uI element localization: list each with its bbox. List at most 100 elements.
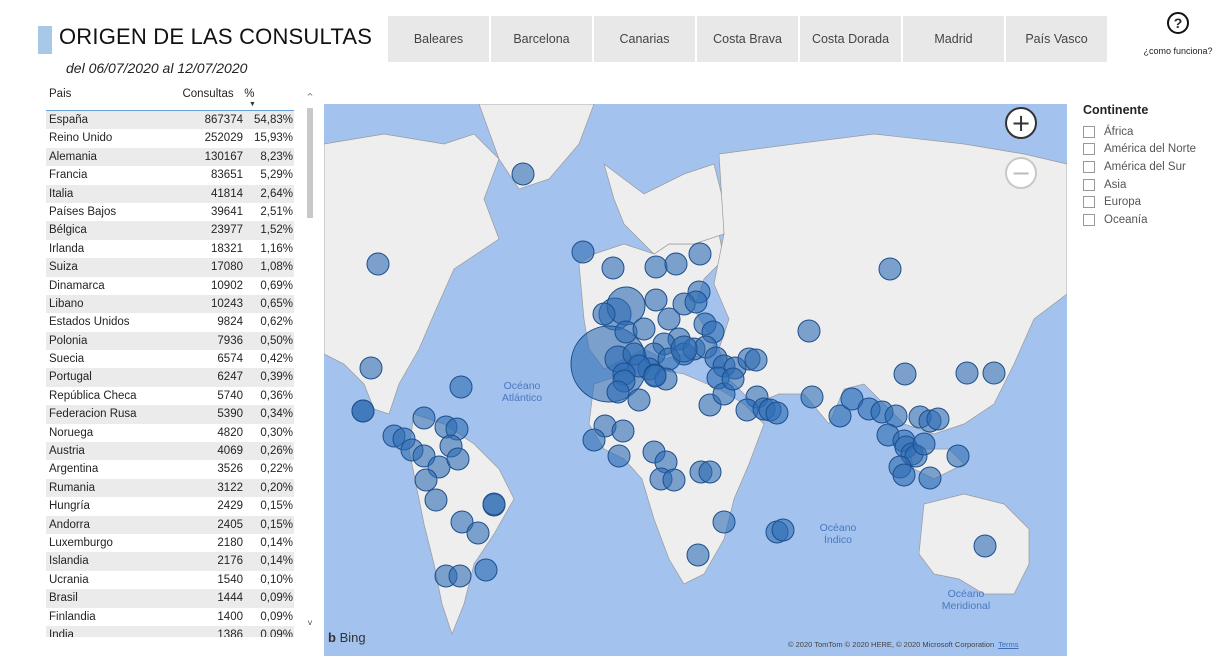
country-bubble[interactable] xyxy=(912,432,936,456)
help-label[interactable]: ¿como funciona? xyxy=(1130,46,1226,56)
country-bubble[interactable] xyxy=(744,348,768,372)
tab-6[interactable]: País Vasco xyxy=(1006,16,1107,62)
table-row[interactable]: India 1386 0,09% xyxy=(46,625,294,637)
zoom-out-button[interactable]: − xyxy=(1005,157,1037,189)
checkbox-icon[interactable] xyxy=(1083,160,1095,173)
country-bubble[interactable] xyxy=(662,468,686,492)
checkbox-icon[interactable] xyxy=(1083,125,1095,138)
world-bubble-map[interactable]: + − Océano Atlántico Océano Índico Océan… xyxy=(324,104,1067,656)
country-bubble[interactable] xyxy=(474,558,498,582)
table-row[interactable]: Federacion Rusa 5390 0,34% xyxy=(46,405,294,424)
bing-logo[interactable]: b Bing xyxy=(328,630,366,645)
table-row[interactable]: Hungría 2429 0,15% xyxy=(46,497,294,515)
country-bubble[interactable] xyxy=(946,444,970,468)
header-percent[interactable]: % xyxy=(244,88,294,100)
header-pais[interactable]: Pais xyxy=(46,88,182,100)
country-bubble[interactable] xyxy=(721,367,745,391)
table-row[interactable]: Noruega 4820 0,30% xyxy=(46,424,294,442)
tab-0[interactable]: Baleares xyxy=(388,16,489,62)
scroll-thumb[interactable] xyxy=(307,108,313,218)
question-circle-icon[interactable]: ? xyxy=(1167,12,1189,34)
country-bubble[interactable] xyxy=(686,543,710,567)
country-bubble[interactable] xyxy=(670,335,698,363)
table-row[interactable]: Portugal 6247 0,39% xyxy=(46,368,294,387)
table-row[interactable]: Islandia 2176 0,14% xyxy=(46,552,294,571)
country-bubble[interactable] xyxy=(643,364,667,388)
country-bubble[interactable] xyxy=(482,492,506,516)
checkbox-icon[interactable] xyxy=(1083,213,1095,226)
country-bubble[interactable] xyxy=(918,466,942,490)
country-bubble[interactable] xyxy=(893,362,917,386)
table-row[interactable]: España 867374 54,83% xyxy=(46,111,294,130)
country-bubble[interactable] xyxy=(892,463,916,487)
tab-1[interactable]: Barcelona xyxy=(491,16,592,62)
terms-link[interactable]: Terms xyxy=(998,640,1018,649)
scroll-up-icon[interactable]: ^ xyxy=(305,92,315,104)
country-bubble[interactable] xyxy=(424,488,448,512)
table-row[interactable]: Suecia 6574 0,42% xyxy=(46,350,294,368)
continent-option[interactable]: Asia xyxy=(1083,176,1196,194)
continent-option[interactable]: África xyxy=(1083,123,1196,141)
country-bubble[interactable] xyxy=(351,399,375,423)
country-bubble[interactable] xyxy=(446,447,470,471)
tab-3[interactable]: Costa Brava xyxy=(697,16,798,62)
table-row[interactable]: Estados Unidos 9824 0,62% xyxy=(46,313,294,331)
table-row[interactable]: Reino Unido 252029 15,93% xyxy=(46,129,294,147)
tab-4[interactable]: Costa Dorada xyxy=(800,16,901,62)
country-bubble[interactable] xyxy=(511,162,535,186)
table-row[interactable]: Rumania 3122 0,20% xyxy=(46,478,294,498)
country-bubble[interactable] xyxy=(414,468,438,492)
country-bubble[interactable] xyxy=(688,242,712,266)
continent-option[interactable]: Europa xyxy=(1083,193,1196,211)
country-bubble[interactable] xyxy=(712,510,736,534)
country-bubble[interactable] xyxy=(926,407,950,431)
table-row[interactable]: Finlandia 1400 0,09% xyxy=(46,608,294,626)
table-row[interactable]: Italia 41814 2,64% xyxy=(46,184,294,203)
country-bubble[interactable] xyxy=(632,317,656,341)
table-scrollbar[interactable]: ^ v xyxy=(305,92,315,630)
table-row[interactable]: Brasil 1444 0,09% xyxy=(46,589,294,608)
country-bubble[interactable] xyxy=(582,428,606,452)
sort-desc-icon[interactable]: ▼ xyxy=(249,101,256,108)
checkbox-icon[interactable] xyxy=(1083,143,1095,156)
country-bubble[interactable] xyxy=(601,256,625,280)
table-row[interactable]: Suiza 17080 1,08% xyxy=(46,258,294,277)
country-bubble[interactable] xyxy=(664,252,688,276)
country-bubble[interactable] xyxy=(607,444,631,468)
table-row[interactable]: Polonia 7936 0,50% xyxy=(46,331,294,351)
checkbox-icon[interactable] xyxy=(1083,196,1095,209)
table-row[interactable]: Argentina 3526 0,22% xyxy=(46,460,294,478)
table-row[interactable]: Francia 83651 5,29% xyxy=(46,166,294,184)
country-bubble[interactable] xyxy=(606,380,630,404)
continent-option[interactable]: América del Norte xyxy=(1083,141,1196,159)
country-bubble[interactable] xyxy=(800,385,824,409)
table-row[interactable]: Dinamarca 10902 0,69% xyxy=(46,277,294,295)
country-bubble[interactable] xyxy=(797,319,821,343)
table-row[interactable]: Andorra 2405 0,15% xyxy=(46,515,294,534)
plus-icon[interactable]: + xyxy=(1011,109,1031,137)
tab-5[interactable]: Madrid xyxy=(903,16,1004,62)
country-bubble[interactable] xyxy=(466,521,490,545)
continent-option[interactable]: Oceanía xyxy=(1083,211,1196,229)
country-bubble[interactable] xyxy=(955,361,979,385)
table-row[interactable]: Libano 10243 0,65% xyxy=(46,294,294,314)
country-bubble[interactable] xyxy=(449,375,473,399)
country-bubble[interactable] xyxy=(765,401,789,425)
country-bubble[interactable] xyxy=(366,252,390,276)
country-bubble[interactable] xyxy=(412,406,436,430)
zoom-in-button[interactable]: + xyxy=(1005,107,1037,139)
country-bubble[interactable] xyxy=(571,240,595,264)
country-bubble[interactable] xyxy=(698,460,722,484)
map-canvas[interactable] xyxy=(324,104,1067,656)
table-row[interactable]: Austria 4069 0,26% xyxy=(46,442,294,461)
country-bubble[interactable] xyxy=(359,356,383,380)
table-row[interactable]: Países Bajos 39641 2,51% xyxy=(46,203,294,221)
country-bubble[interactable] xyxy=(771,518,795,542)
country-bubble[interactable] xyxy=(684,290,708,314)
continent-option[interactable]: América del Sur xyxy=(1083,158,1196,176)
country-bubble[interactable] xyxy=(973,534,997,558)
country-bubble[interactable] xyxy=(611,419,635,443)
country-bubble[interactable] xyxy=(644,255,668,279)
table-row[interactable]: Ucrania 1540 0,10% xyxy=(46,571,294,589)
checkbox-icon[interactable] xyxy=(1083,178,1095,191)
